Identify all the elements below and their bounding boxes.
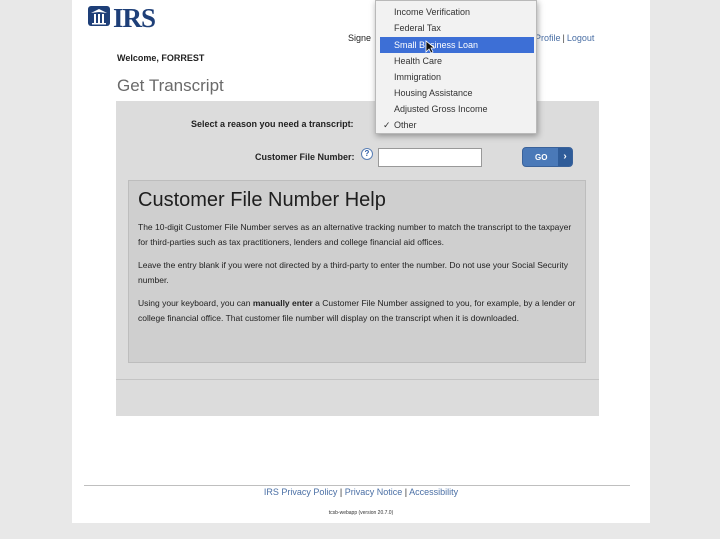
customer-file-number-help: Customer File Number Help The 10-digit C…	[128, 180, 586, 363]
page-container: IRS Signe Profile | Logout Welcome, FORRES…	[72, 0, 650, 523]
dropdown-option-highlighted[interactable]: Small Business Loan	[380, 37, 534, 53]
footer-divider	[84, 485, 630, 486]
chevron-right-icon: ›	[558, 148, 572, 166]
dropdown-option[interactable]: Health Care	[380, 53, 534, 69]
dropdown-option[interactable]: Immigration	[380, 69, 534, 85]
panel-divider	[116, 379, 599, 380]
dropdown-option[interactable]: Federal Tax	[380, 20, 534, 36]
version-text: tcsb-webapp (version 20.7.0)	[328, 510, 394, 516]
help-paragraph-3-bold: manually enter	[252, 298, 313, 308]
profile-link[interactable]: Profile	[535, 33, 561, 43]
help-title: Customer File Number Help	[138, 189, 386, 211]
footer-links: IRS Privacy Policy | Privacy Notice | Ac…	[72, 487, 650, 497]
customer-file-number-input[interactable]	[378, 148, 482, 167]
go-button-label: GO	[535, 152, 548, 162]
dropdown-option[interactable]: Income Verification	[380, 4, 534, 20]
irs-logo[interactable]: IRS	[86, 2, 156, 34]
help-icon[interactable]: ?	[361, 148, 373, 160]
footer-separator-2: |	[404, 487, 408, 497]
go-button[interactable]: GO ›	[522, 147, 573, 167]
dropdown-option-checked[interactable]: ✓ Other	[380, 117, 534, 133]
page-title: Get Transcript	[117, 76, 224, 95]
footer-separator-1: |	[339, 487, 343, 497]
help-paragraph-1: The 10-digit Customer File Number serves…	[138, 222, 572, 247]
link-separator: |	[562, 33, 565, 43]
logout-link[interactable]: Logout	[567, 33, 595, 43]
help-paragraph-2: Leave the entry blank if you were not di…	[138, 260, 568, 285]
reason-dropdown-menu[interactable]: Income Verification Federal Tax Small Bu…	[375, 0, 537, 134]
transcript-panel: Select a reason you need a transcript: C…	[116, 101, 599, 416]
irs-eagle-icon	[86, 3, 112, 34]
checkmark-icon: ✓	[383, 120, 391, 130]
welcome-message: Welcome, FORREST	[117, 53, 205, 63]
account-links: Profile | Logout	[535, 33, 594, 43]
logo-text: IRS	[113, 2, 156, 33]
dropdown-option[interactable]: Housing Assistance	[380, 85, 534, 101]
help-paragraph-3: Using your keyboard, you can manually en…	[138, 296, 576, 326]
customer-file-number-label: Customer File Number:	[255, 152, 355, 162]
privacy-policy-link[interactable]: IRS Privacy Policy	[264, 487, 338, 497]
signed-in-text: Signe	[348, 33, 372, 43]
privacy-notice-link[interactable]: Privacy Notice	[345, 487, 403, 497]
mouse-cursor-icon	[425, 40, 435, 54]
dropdown-option[interactable]: Adjusted Gross Income	[380, 101, 534, 117]
reason-label: Select a reason you need a transcript:	[191, 119, 354, 129]
help-paragraph-3-start: Using your keyboard, you can	[138, 298, 253, 308]
accessibility-link[interactable]: Accessibility	[409, 487, 458, 497]
